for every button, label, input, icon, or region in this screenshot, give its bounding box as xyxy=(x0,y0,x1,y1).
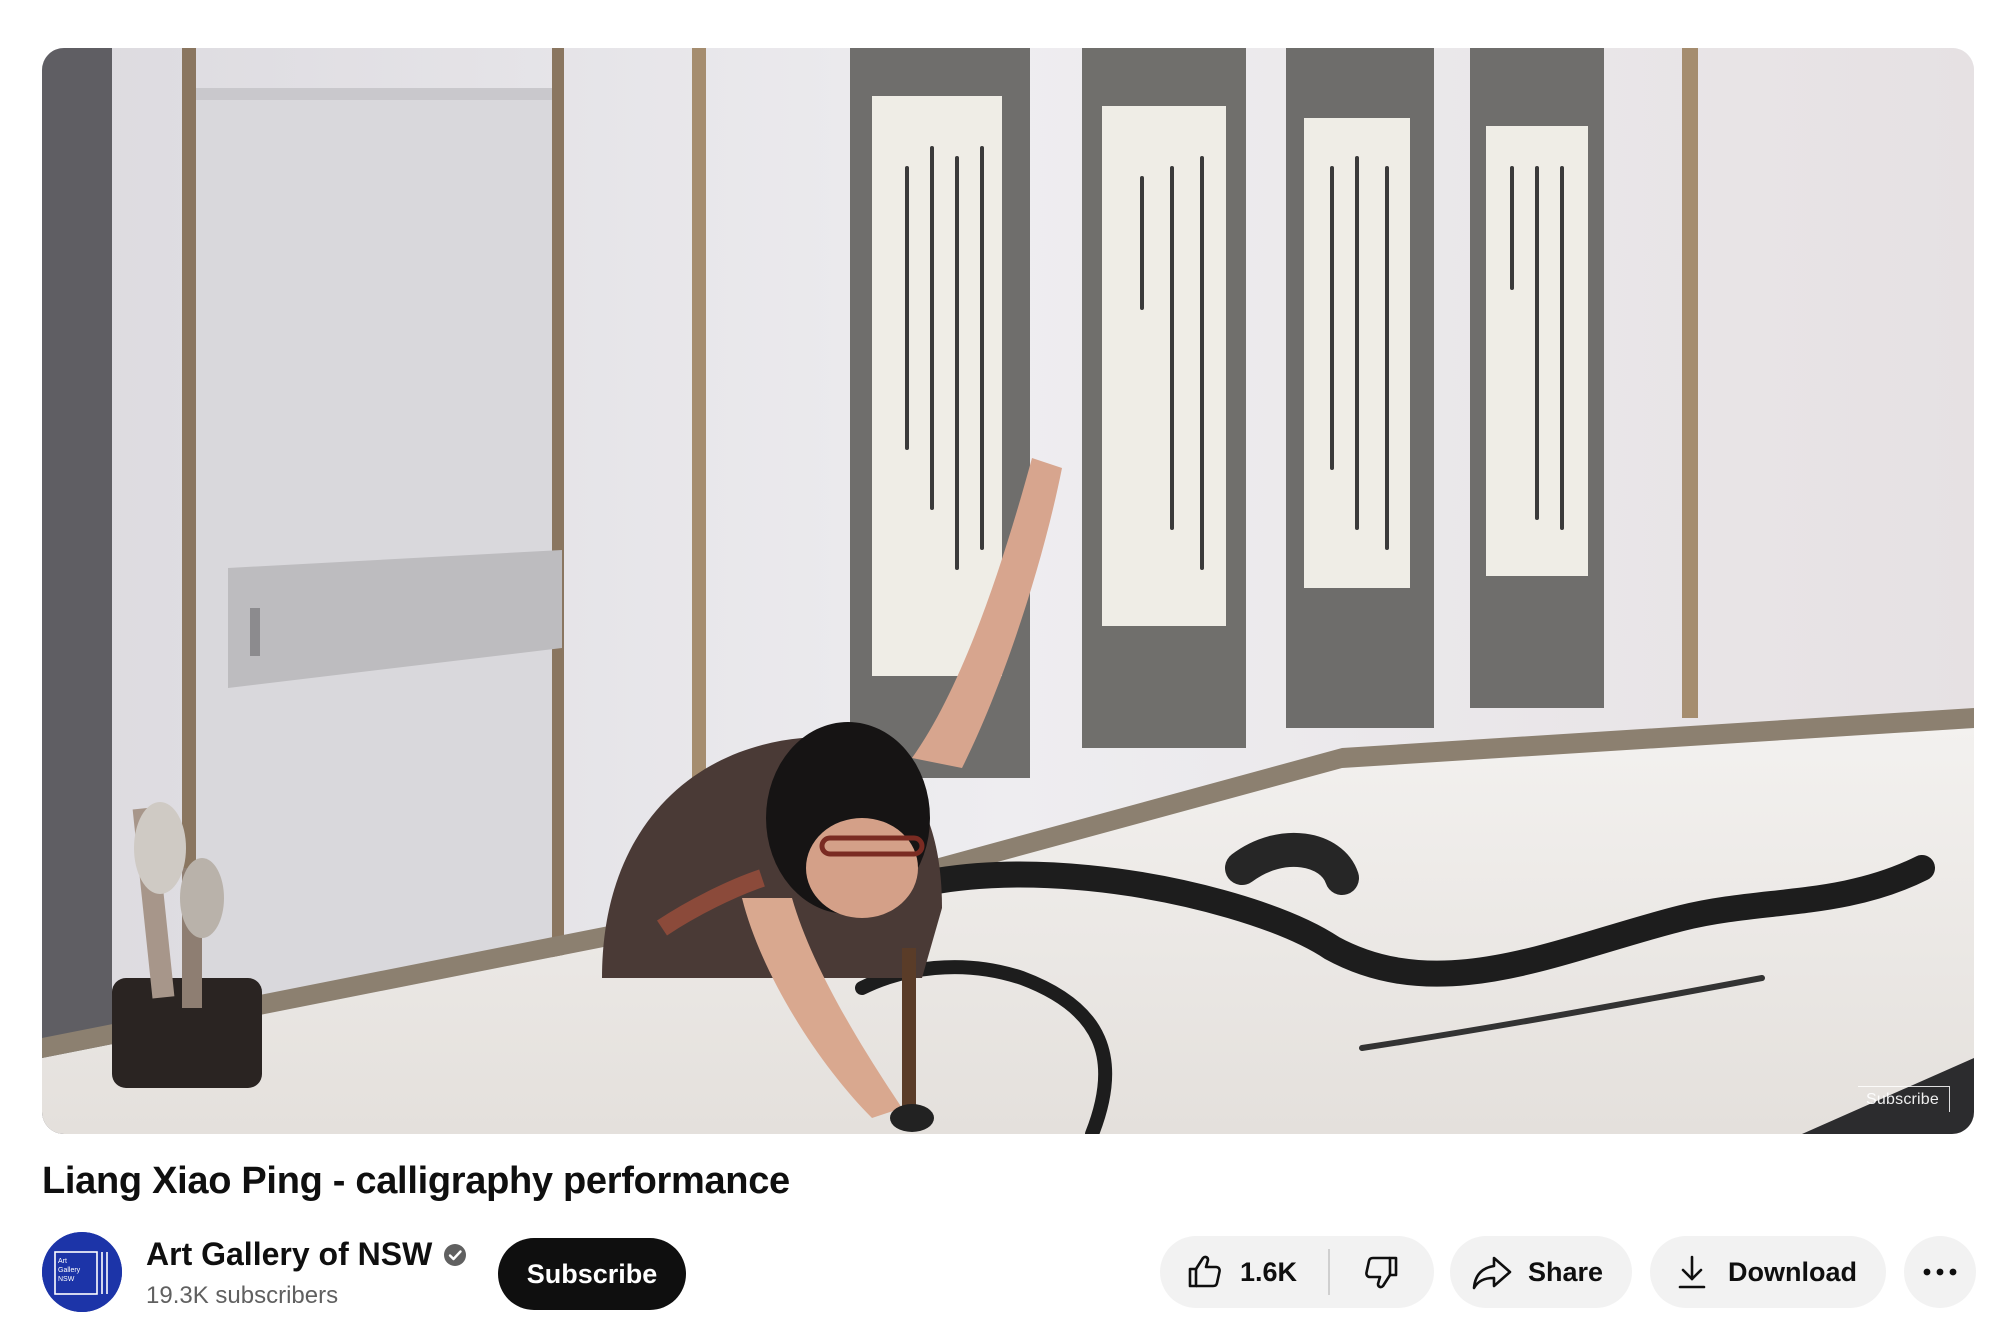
avatar-text-1: Art xyxy=(58,1258,67,1265)
avatar-text-2: Gallery xyxy=(58,1267,81,1274)
video-player[interactable]: Subscribe xyxy=(42,48,1974,1134)
channel-avatar[interactable]: Art Gallery NSW xyxy=(42,1232,122,1312)
watch-page: Subscribe Liang Xiao Ping - calligraphy … xyxy=(0,0,1994,1328)
download-button[interactable]: Download xyxy=(1650,1236,1886,1308)
thumb-down-icon xyxy=(1362,1252,1402,1292)
channel-name[interactable]: Art Gallery of NSW xyxy=(146,1236,432,1273)
more-actions-button[interactable] xyxy=(1904,1236,1976,1308)
dislike-button[interactable] xyxy=(1330,1236,1434,1308)
subscribe-button[interactable]: Subscribe xyxy=(498,1238,686,1310)
download-icon xyxy=(1674,1252,1710,1292)
video-title: Liang Xiao Ping - calligraphy performanc… xyxy=(42,1160,790,1202)
like-count: 1.6K xyxy=(1240,1256,1298,1287)
download-label: Download xyxy=(1728,1256,1857,1287)
channel-name-row: Art Gallery of NSW xyxy=(146,1236,468,1273)
share-label: Share xyxy=(1528,1256,1604,1287)
like-button[interactable]: 1.6K xyxy=(1160,1236,1328,1308)
like-dislike-group: 1.6K xyxy=(1160,1236,1434,1308)
verified-check-icon xyxy=(442,1242,468,1268)
video-frame xyxy=(42,48,1974,1134)
channel-logo: Art Gallery NSW xyxy=(42,1232,122,1312)
avatar-text-3: NSW xyxy=(58,1276,75,1283)
share-arrow-icon xyxy=(1470,1252,1514,1292)
share-button[interactable]: Share xyxy=(1450,1236,1632,1308)
subscriber-count: 19.3K subscribers xyxy=(146,1282,339,1309)
more-horizontal-icon xyxy=(1922,1267,1958,1277)
subscribe-watermark[interactable]: Subscribe xyxy=(1858,1086,1950,1112)
thumb-up-icon xyxy=(1184,1252,1224,1292)
